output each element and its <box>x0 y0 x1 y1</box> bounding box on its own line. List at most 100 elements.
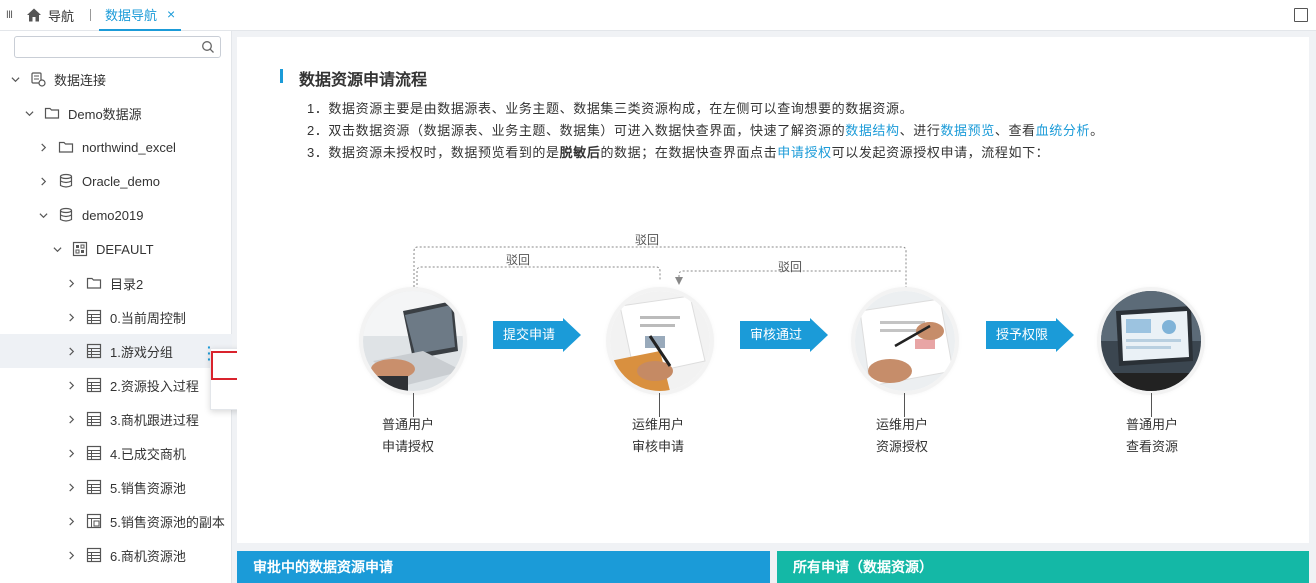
maximize-icon[interactable] <box>1294 8 1308 22</box>
chevron-right-icon[interactable] <box>66 550 76 560</box>
reject-label: 驳回 <box>778 260 803 274</box>
chevron-right-icon[interactable] <box>66 448 76 458</box>
grip-icon[interactable]: III <box>0 9 18 21</box>
tab-divider <box>90 9 92 21</box>
tree-item-label: 6.商机资源池 <box>110 548 186 564</box>
tab-data-navigation[interactable]: 数据导航 × <box>99 0 182 31</box>
table-icon <box>86 479 102 495</box>
arrow-approve: 审核通过 <box>740 318 829 352</box>
tab-label: 数据导航 <box>105 7 158 23</box>
tree-item-label: Oracle_demo <box>82 173 161 189</box>
chevron-down-icon[interactable] <box>10 74 20 84</box>
page-title: 数据资源申请流程 <box>299 72 428 89</box>
step-action: 查看资源 <box>1125 439 1178 454</box>
tree-item[interactable]: demo2019 <box>0 198 232 232</box>
tree-item-label: 5.销售资源池 <box>110 480 186 496</box>
arrow-submit: 提交申请 <box>493 318 582 352</box>
arrow-label: 提交申请 <box>493 321 564 349</box>
line-text: 2．双击数据资源（数据源表、业务主题、数据集）可进入数据快查界面，快速了解资源的 <box>307 123 846 138</box>
chevron-right-icon[interactable] <box>38 176 48 186</box>
tree-item[interactable]: 1.游戏分组··· <box>0 334 232 368</box>
step-4-label: 普通用户 查看资源 <box>1102 414 1202 458</box>
chevron-right-icon[interactable] <box>66 380 76 390</box>
link-data-structure[interactable]: 数据结构 <box>845 123 899 138</box>
description-line-2: 2．双击数据资源（数据源表、业务主题、数据集）可进入数据快查界面，快速了解资源的… <box>307 120 1104 139</box>
arrow-grant: 授予权限 <box>986 318 1075 352</box>
pending-requests-panel-header[interactable]: 审批中的数据资源申请 <box>237 551 770 583</box>
line-text: 。 <box>1090 123 1104 138</box>
tree-item[interactable]: 5.销售资源池 <box>0 470 232 504</box>
tree-item[interactable]: DEFAULT <box>0 232 232 266</box>
arrow-label: 授予权限 <box>986 321 1057 349</box>
tree-item-label: Demo数据源 <box>68 106 142 122</box>
close-icon[interactable]: × <box>167 6 175 22</box>
title-accent-bar <box>280 69 283 83</box>
search-icon[interactable] <box>201 40 215 54</box>
tree-item[interactable]: 0.当前周控制 <box>0 300 232 334</box>
line-text: 1．数据资源主要是由数据源表、业务主题、数据集三类资源构成，在左侧可以查询想要的… <box>307 101 914 116</box>
step-role: 运维用户 <box>631 417 684 432</box>
chevron-right-icon[interactable] <box>66 312 76 322</box>
line-text: 3．数据资源未授权时，数据预览看到的是 <box>307 145 560 160</box>
search-input[interactable] <box>14 36 221 58</box>
line-text: 可以发起资源授权申请，流程如下： <box>831 145 1050 160</box>
signing-photo <box>855 291 955 391</box>
arrow-head <box>563 318 582 352</box>
chevron-down-icon[interactable] <box>38 210 48 220</box>
table-icon <box>86 309 102 325</box>
chevron-right-icon[interactable] <box>66 482 76 492</box>
chevron-down-icon[interactable] <box>52 244 62 254</box>
step-3-label: 运维用户 资源授权 <box>852 414 952 458</box>
chevron-right-icon[interactable] <box>66 278 76 288</box>
table-icon <box>86 343 102 359</box>
laptop-typing-photo <box>363 291 463 391</box>
dashboard-screen-photo <box>1101 291 1201 391</box>
tree-item-label: 2.资源投入过程 <box>110 378 199 394</box>
tree-item-label: 4.已成交商机 <box>110 446 186 462</box>
step-role: 普通用户 <box>381 417 434 432</box>
tree-item[interactable]: 2.资源投入过程 <box>0 368 232 402</box>
tree-item[interactable]: 3.商机跟进过程 <box>0 402 232 436</box>
folder-icon <box>86 275 102 291</box>
tree-item[interactable]: 6.商机资源池 <box>0 538 232 572</box>
table-icon <box>86 377 102 393</box>
table-icon <box>86 547 102 563</box>
chevron-right-icon[interactable] <box>66 346 76 356</box>
tree-item[interactable]: Demo数据源 <box>0 96 232 130</box>
arrow-head <box>810 318 829 352</box>
tree-item[interactable]: northwind_excel <box>0 130 232 164</box>
tree-item[interactable]: 目录2 <box>0 266 232 300</box>
tree-item[interactable]: 4.已成交商机 <box>0 436 232 470</box>
database-icon <box>58 173 74 189</box>
main-panel: 数据资源申请流程 1．数据资源主要是由数据源表、业务主题、数据集三类资源构成，在… <box>237 37 1309 543</box>
top-tab-bar: III 导航 数据导航 × <box>0 0 1316 31</box>
all-requests-panel-header[interactable]: 所有申请（数据资源） <box>777 551 1309 583</box>
link-data-preview[interactable]: 数据预览 <box>940 123 994 138</box>
link-request-authorization[interactable]: 申请授权 <box>777 145 831 160</box>
datasource-icon <box>30 71 46 87</box>
step-role: 运维用户 <box>875 417 928 432</box>
arrow-label: 审核通过 <box>740 321 811 349</box>
folder-icon <box>44 105 60 121</box>
home-tab-label: 导航 <box>48 8 75 24</box>
tree-item-label: 1.游戏分组 <box>110 344 173 360</box>
chevron-right-icon[interactable] <box>66 516 76 526</box>
description-line-1: 1．数据资源主要是由数据源表、业务主题、数据集三类资源构成，在左侧可以查询想要的… <box>307 98 913 117</box>
bold-text: 脱敏后 <box>559 145 601 160</box>
tree-item-label: 0.当前周控制 <box>110 310 186 326</box>
step-action: 申请授权 <box>381 439 434 454</box>
tree-item[interactable]: 数据连接 <box>0 62 232 96</box>
line-text: 、进行 <box>899 123 941 138</box>
tree-item[interactable]: Oracle_demo <box>0 164 232 198</box>
line-text: 、查看 <box>994 123 1036 138</box>
tree-item-label: 5.销售资源池的副本 <box>110 514 225 530</box>
chevron-right-icon[interactable] <box>38 142 48 152</box>
chevron-down-icon[interactable] <box>24 108 34 118</box>
table-copy-icon <box>86 513 102 529</box>
chevron-right-icon[interactable] <box>66 414 76 424</box>
flow-diagram: 驳回 驳回 驳回 提交申请 审核通过 授予权限 普通用户 申请授权 运维用户 审… <box>237 217 1309 477</box>
link-lineage-analysis[interactable]: 血统分析 <box>1036 123 1090 138</box>
tree-item[interactable]: 5.销售资源池的副本 <box>0 504 232 538</box>
home-tab[interactable]: 导航 <box>18 6 82 25</box>
step-2-label: 运维用户 审核申请 <box>608 414 708 458</box>
